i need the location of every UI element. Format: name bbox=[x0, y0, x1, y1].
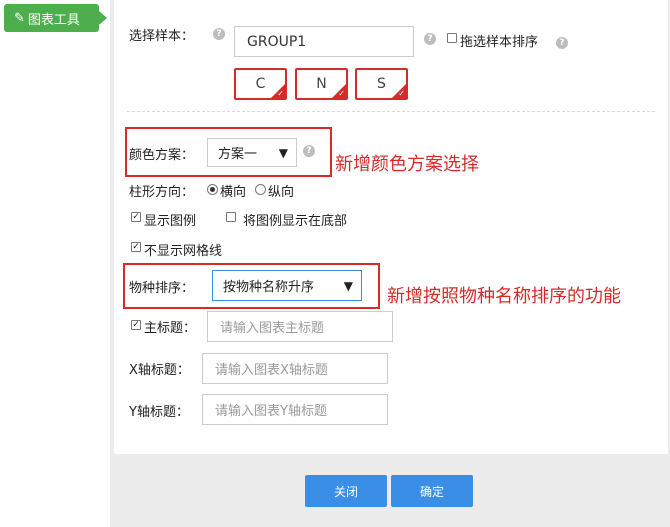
sample-button-label: C bbox=[255, 76, 266, 92]
divider bbox=[127, 111, 655, 112]
legend-bottom-checkbox[interactable] bbox=[226, 212, 236, 222]
hide-grid-checkbox[interactable]: ✓ bbox=[131, 242, 141, 252]
species-sort-value: 按物种名称升序 bbox=[223, 280, 315, 295]
help-icon[interactable]: ? bbox=[556, 37, 568, 49]
hide-grid-label: 不显示网格线 bbox=[144, 244, 223, 259]
drag-sort-checkbox[interactable] bbox=[447, 33, 457, 43]
wand-icon: ✎ bbox=[14, 10, 25, 26]
sample-button-c[interactable]: C ✓ bbox=[234, 68, 287, 100]
radio-vertical-label: 纵向 bbox=[268, 185, 295, 200]
show-legend-label: 显示图例 bbox=[144, 214, 197, 229]
help-icon[interactable]: ? bbox=[424, 33, 436, 45]
radio-vertical[interactable] bbox=[255, 184, 266, 195]
main-title-input[interactable]: 请输入图表主标题 bbox=[207, 311, 393, 342]
sample-button-label: N bbox=[316, 76, 327, 92]
sample-button-s[interactable]: S ✓ bbox=[355, 68, 408, 100]
show-legend-checkbox[interactable]: ✓ bbox=[131, 212, 141, 222]
species-sort-annotation: 新增按照物种名称排序的功能 bbox=[387, 286, 621, 307]
color-scheme-select[interactable]: 方案一 ▼ bbox=[207, 138, 297, 167]
dropdown-arrow-icon: ▼ bbox=[278, 145, 288, 160]
main-title-label: 主标题： bbox=[144, 321, 197, 336]
radio-horizontal-label: 横向 bbox=[220, 185, 247, 200]
chart-tools-tab[interactable]: ✎ 图表工具 bbox=[4, 4, 99, 32]
species-sort-select[interactable]: 按物种名称升序 ▼ bbox=[212, 270, 362, 301]
sample-button-label: S bbox=[377, 76, 386, 92]
select-sample-label: 选择样本： bbox=[129, 29, 195, 44]
left-strip bbox=[0, 0, 110, 527]
y-title-input[interactable]: 请输入图表Y轴标题 bbox=[202, 394, 388, 425]
help-icon[interactable]: ? bbox=[213, 28, 225, 40]
color-scheme-annotation: 新增颜色方案选择 bbox=[335, 154, 479, 175]
confirm-button[interactable]: 确定 bbox=[391, 475, 473, 507]
chart-tools-tab-label: 图表工具 bbox=[27, 12, 80, 28]
radio-horizontal[interactable] bbox=[207, 184, 218, 195]
color-scheme-value: 方案一 bbox=[218, 147, 258, 162]
species-sort-label: 物种排序： bbox=[129, 281, 195, 296]
tab-pointer bbox=[99, 11, 107, 25]
dropdown-arrow-icon: ▼ bbox=[343, 278, 353, 293]
x-title-label: X轴标题： bbox=[129, 363, 190, 378]
main-title-checkbox[interactable]: ✓ bbox=[131, 320, 141, 330]
sample-button-n[interactable]: N ✓ bbox=[295, 68, 348, 100]
color-scheme-label: 颜色方案： bbox=[129, 148, 195, 163]
drag-sort-label: 拖选样本排序 bbox=[460, 35, 539, 50]
x-title-input[interactable]: 请输入图表X轴标题 bbox=[202, 353, 388, 384]
sample-group-field[interactable]: GROUP1 bbox=[234, 26, 414, 57]
check-icon: ✓ bbox=[277, 89, 284, 98]
bar-direction-label: 柱形方向： bbox=[129, 185, 195, 200]
help-icon[interactable]: ? bbox=[303, 145, 315, 157]
y-title-label: Y轴标题： bbox=[129, 405, 189, 420]
legend-bottom-label: 将图例显示在底部 bbox=[243, 214, 348, 229]
check-icon: ✓ bbox=[338, 89, 345, 98]
check-icon: ✓ bbox=[398, 89, 405, 98]
close-button[interactable]: 关闭 bbox=[305, 475, 387, 507]
